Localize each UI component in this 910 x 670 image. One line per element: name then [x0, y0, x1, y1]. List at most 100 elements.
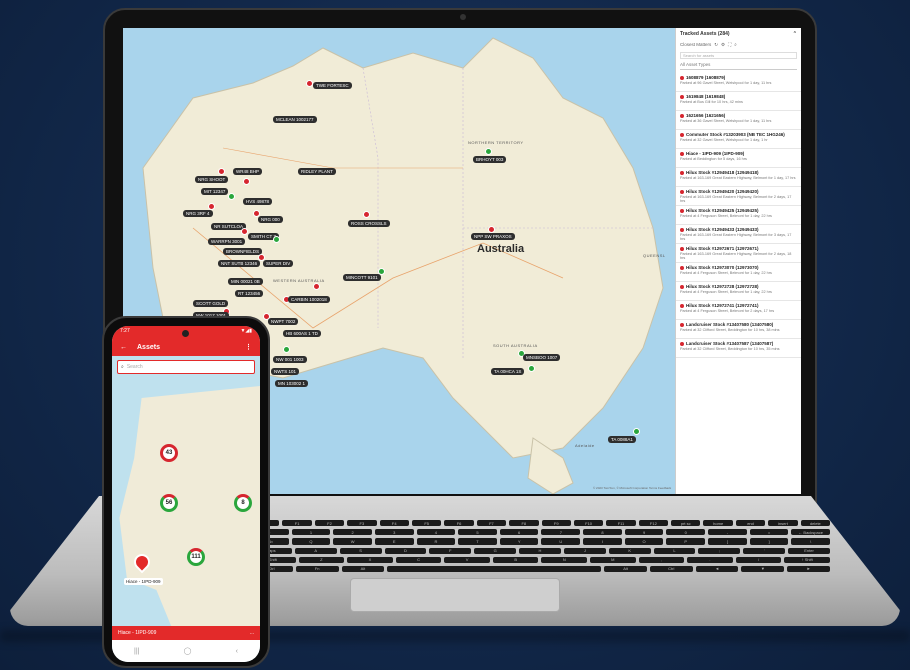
map-pin-label[interactable]: NW 001 1003 — [273, 356, 307, 363]
list-item[interactable]: Hilux Stock #12949433 (12949433) Parked a… — [676, 225, 801, 244]
list-item[interactable]: Commuter Stock #13203903 (NB TEC 1HG246)… — [676, 130, 801, 149]
keyboard-key[interactable]: home — [703, 520, 733, 527]
map-pin[interactable] — [488, 226, 495, 233]
keyboard-key[interactable]: Z — [298, 556, 345, 563]
refresh-icon[interactable]: ↻ — [714, 42, 718, 48]
map-pin-label[interactable]: NRG SHOOT — [195, 176, 229, 183]
keyboard-key[interactable]: prt sc — [671, 520, 701, 527]
list-item[interactable]: Hilux Stock #12972671 (12972671) Parked a… — [676, 244, 801, 263]
keyboard-key[interactable]: ; — [698, 547, 741, 554]
keyboard-key[interactable]: P — [666, 538, 706, 545]
keyboard-key[interactable]: E — [374, 538, 414, 545]
keyboard-key[interactable]: H — [519, 547, 561, 554]
keyboard-key[interactable]: F4 — [379, 520, 409, 527]
list-item[interactable]: Hilux Stock #12972741 (12972741) Parked a… — [676, 301, 801, 320]
keyboard-key[interactable]: U — [541, 538, 581, 545]
map-pin-label[interactable]: NRG 000 — [258, 216, 283, 223]
keyboard-key[interactable]: J — [563, 547, 606, 554]
keyboard-key[interactable]: F6 — [444, 520, 474, 527]
keyboard-key[interactable]: 2 — [333, 529, 372, 536]
map-pin-label[interactable]: BROWNFIELDS — [223, 248, 263, 255]
keyboard-key[interactable]: ' — [743, 547, 786, 554]
keyboard-key[interactable]: 3 — [374, 529, 414, 536]
map-pin[interactable] — [273, 236, 280, 243]
keyboard-key[interactable]: Alt — [604, 565, 647, 573]
keyboard-key[interactable]: insert — [768, 520, 798, 527]
keyboard-key[interactable]: I — [583, 538, 622, 545]
keyboard-key[interactable]: G — [474, 547, 517, 554]
keyboard-key[interactable]: ► — [787, 565, 830, 573]
keyboard-key[interactable]: ↑ Shift — [784, 556, 830, 563]
list-item[interactable]: Hilux Stock #12973070 (12973070) Parked a… — [676, 263, 801, 282]
keyboard-key[interactable]: S — [339, 547, 382, 554]
collapse-icon[interactable]: ⌃ — [793, 31, 797, 37]
map-pin-label[interactable]: MN 103002 1 — [275, 380, 309, 387]
keyboard-key[interactable]: Y — [499, 538, 539, 545]
selected-asset-action[interactable]: ... — [250, 630, 254, 636]
keyboard-key[interactable]: X — [347, 556, 393, 563]
map-pin[interactable] — [633, 428, 640, 435]
map-pin-label[interactable]: HB 600AS 1 TD — [283, 330, 321, 337]
sort-dropdown[interactable]: Closest Matters — [680, 42, 711, 48]
keyboard-key[interactable]: N — [541, 556, 588, 563]
keyboard-key[interactable]: ◄ — [695, 565, 739, 573]
map-pin-label[interactable]: SCOTT GOLD — [193, 300, 229, 307]
keyboard-key[interactable]: F1 — [282, 520, 312, 527]
keyboard-key[interactable]: 7 — [541, 529, 581, 536]
map-pin-label[interactable]: TWE FORTESC — [313, 82, 352, 89]
list-item[interactable]: Hilux Stock #12949425 (12949425) Parked a… — [676, 206, 801, 225]
keyboard-key[interactable]: A — [294, 547, 337, 554]
map-pin[interactable] — [363, 211, 370, 218]
keyboard-key[interactable]: F8 — [509, 520, 539, 527]
map-pin[interactable] — [313, 283, 320, 290]
asset-type-filter[interactable]: All Asset Types — [680, 62, 797, 70]
keyboard-key[interactable]: B — [492, 556, 539, 563]
map-pin[interactable] — [218, 168, 225, 175]
list-item[interactable]: 1619848 (1619848) Parked at Bus Gill for … — [676, 92, 801, 111]
keyboard-key[interactable]: Ctrl — [649, 565, 693, 573]
keyboard-key[interactable] — [387, 565, 602, 573]
map-pin-label[interactable]: ROSS CROSSLS — [348, 220, 390, 227]
phone-map[interactable]: 43 56 8 111 — [112, 376, 260, 626]
keyboard-key[interactable]: R — [416, 538, 456, 545]
list-item[interactable]: Hiace - 1IPD-909 (1IPD-909) Parked at Bed… — [676, 149, 801, 168]
keyboard-key[interactable]: 9 — [624, 529, 664, 536]
phone-search-input[interactable]: ⌕ Search — [117, 360, 255, 374]
list-item[interactable]: Hilux Stock #12949418 (12949418) Parked a… — [676, 168, 801, 187]
map-pin-label[interactable]: RIDLEY PLANT — [298, 168, 336, 175]
map-pin-label[interactable]: MIT 12347 — [201, 188, 229, 195]
keyboard-key[interactable]: O — [624, 538, 664, 545]
keyboard-key[interactable]: W — [333, 538, 372, 545]
back-arrow-icon[interactable]: ← — [120, 344, 127, 351]
cluster-marker[interactable]: 43 — [160, 444, 178, 462]
cluster-marker[interactable]: 8 — [234, 494, 252, 512]
keyboard-key[interactable]: 5 — [458, 529, 497, 536]
cluster-marker[interactable]: 56 — [160, 494, 178, 512]
back-icon[interactable]: ‹ — [236, 648, 238, 655]
map-pin-label[interactable]: NNT SUTB 12346 — [218, 260, 261, 267]
keyboard-key[interactable]: 4 — [416, 529, 456, 536]
list-item[interactable]: Landcruiser Stock #13407580 (13407580) Pa… — [676, 320, 801, 339]
keyboard-key[interactable]: F12 — [638, 520, 669, 527]
keyboard-key[interactable]: L — [653, 547, 696, 554]
map-pin-label[interactable]: MINCOTT 9101 — [343, 274, 381, 281]
map-pin[interactable] — [243, 178, 250, 185]
cluster-marker[interactable]: 111 — [187, 548, 205, 566]
keyboard-key[interactable]: , — [638, 556, 685, 563]
keyboard-key[interactable]: F9 — [541, 520, 571, 527]
keyboard-key[interactable]: K — [608, 547, 651, 554]
list-item[interactable]: 1621656 (1621656) Parked at 36 Gavel Stre… — [676, 111, 801, 130]
keyboard-key[interactable]: M — [590, 556, 636, 563]
home-icon[interactable]: ◯ — [184, 647, 192, 655]
recent-apps-icon[interactable]: ||| — [134, 648, 139, 655]
map-pin-label[interactable]: NWTS 101 — [271, 368, 300, 375]
keyboard-key[interactable]: Alt — [341, 565, 385, 573]
keyboard-key[interactable]: . — [687, 556, 733, 563]
keyboard-key[interactable]: Fn — [295, 565, 339, 573]
trackpad[interactable] — [350, 578, 560, 612]
selected-asset-bar[interactable]: Hiace - 1IPD-909 ... — [112, 626, 260, 640]
asset-search-input[interactable]: Search for assets — [680, 52, 797, 59]
keyboard-key[interactable]: F10 — [573, 520, 604, 527]
keyboard-key[interactable]: delete — [800, 520, 831, 527]
keyboard-key[interactable]: F5 — [411, 520, 442, 527]
